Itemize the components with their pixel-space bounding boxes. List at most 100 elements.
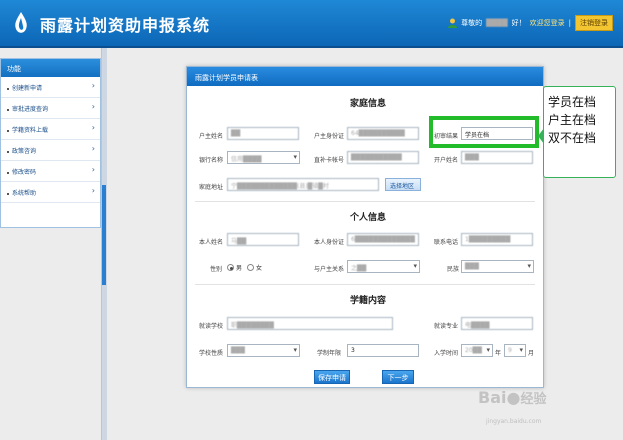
chevron-right-icon: › [91, 144, 95, 153]
major-label: 就读专业 [434, 323, 459, 330]
sidebar-item-label: 审批进度查询 [12, 106, 49, 113]
bank-name-label: 银行名称 [199, 157, 224, 164]
duration-input[interactable]: 3 [347, 344, 419, 357]
year-unit: 年 [495, 350, 502, 357]
home-address-input[interactable]: 宁█████████████(县)█镇█村 [227, 178, 379, 191]
school-input[interactable]: 职████████ [227, 317, 393, 330]
dialog-title: 雨露计划学员申请表 [187, 67, 543, 86]
gender-female-label: 女 [256, 265, 263, 272]
bank-name-select[interactable]: 信用████ ▾ [227, 151, 300, 164]
bullet-icon [7, 108, 9, 111]
sidebar: 功能 创建新申请 › 审批进度查询 › 学籍资料上载 › 政策咨询 › 修改密码 › 系统… [0, 58, 101, 228]
my-id-label: 本人身份证 [314, 239, 345, 246]
enroll-time-label: 入学时间 [434, 350, 459, 357]
enroll-year-select[interactable]: 20██ ▾ [461, 344, 493, 357]
sidebar-item-create[interactable]: 创建新申请 › [1, 77, 100, 98]
sidebar-item-password[interactable]: 修改密码 › [1, 161, 100, 182]
my-id-input[interactable]: 6█████████████ [347, 233, 419, 246]
householder-name-input[interactable]: ██ [227, 127, 299, 140]
section-school: 学籍内容 [350, 296, 387, 306]
my-name-label: 本人姓名 [199, 239, 224, 246]
ethnicity-value: ███ [465, 263, 479, 270]
user-name: ████ [486, 19, 508, 27]
relation-label: 与户主关系 [314, 266, 345, 273]
sidebar-item-label: 修改密码 [12, 169, 37, 176]
next-step-button[interactable]: 下一步 [382, 370, 414, 384]
logo-icon [15, 12, 27, 33]
bullet-icon [7, 87, 9, 90]
app-header: 雨露计划资助申报系统 尊敬的 ████ 好！ 欢迎您登录 | 注销登录 [0, 0, 623, 48]
user-greeting: 尊敬的 [461, 19, 483, 27]
relation-value: 之██ [351, 265, 367, 272]
sidebar-item-label: 系统帮助 [12, 190, 37, 197]
app-title: 雨露计划资助申报系统 [40, 16, 211, 35]
gender-female-radio[interactable]: 女 [247, 263, 262, 272]
householder-name-label: 户主姓名 [199, 133, 224, 140]
gender-male-radio[interactable]: 男 [227, 263, 242, 272]
major-input[interactable]: 电████ [461, 317, 533, 330]
my-name-input[interactable]: 马██ [227, 233, 299, 246]
chevron-right-icon: › [91, 81, 95, 90]
ethnicity-label: 民族 [447, 266, 460, 273]
baidu-watermark: Bai●经验 [478, 388, 618, 418]
school-type-select[interactable]: ███ ▾ [227, 344, 300, 357]
sidebar-item-label: 创建新申请 [12, 85, 43, 92]
divider [195, 201, 535, 202]
chevron-down-icon: ▾ [293, 346, 297, 354]
divider [195, 284, 535, 285]
chevron-down-icon: ▾ [527, 262, 531, 270]
ethnicity-select[interactable]: ███ ▾ [461, 260, 534, 273]
sidebar-item-label: 学籍资料上载 [12, 127, 49, 134]
chevron-down-icon: ▾ [519, 346, 523, 354]
save-application-button[interactable]: 保存申请 [314, 370, 350, 384]
highlight-box [429, 116, 539, 148]
paw-icon: ● [506, 388, 521, 407]
sidebar-item-help[interactable]: 系统帮助 › [1, 182, 100, 203]
enroll-month-value: 9 [508, 347, 512, 354]
householder-id-label: 户主身份证 [314, 133, 345, 140]
section-family: 家庭信息 [350, 99, 387, 109]
chevron-right-icon: › [91, 123, 95, 132]
sidebar-title: 功能 [1, 59, 100, 77]
duration-label: 学制年限 [317, 350, 342, 357]
enroll-year-value: 20██ [465, 347, 482, 354]
splitter-handle[interactable] [102, 185, 106, 285]
section-personal: 个人信息 [350, 213, 387, 223]
watermark-brand-cn: 经验 [520, 392, 547, 407]
school-type-value: ███ [231, 347, 245, 354]
bullet-icon [7, 192, 9, 195]
chevron-right-icon: › [91, 186, 95, 195]
card-number-label: 直补卡帐号 [314, 157, 345, 164]
chevron-right-icon: › [91, 102, 95, 111]
callout-line: 学员在档 [548, 95, 597, 109]
sidebar-item-upload[interactable]: 学籍资料上载 › [1, 119, 100, 140]
gender-male-label: 男 [236, 265, 243, 272]
enroll-month-select[interactable]: 9 ▾ [504, 344, 526, 357]
user-suffix: 好！ [511, 19, 526, 27]
welcome-text: 欢迎您登录 [529, 19, 565, 27]
logout-button[interactable]: 注销登录 [575, 15, 613, 31]
chevron-down-icon: ▾ [413, 262, 417, 270]
callout-line: 双不在档 [548, 131, 597, 145]
chevron-down-icon: ▾ [293, 153, 297, 161]
user-icon [448, 18, 458, 28]
watermark-brand: Bai [478, 388, 507, 407]
callout-line: 户主在档 [548, 113, 597, 127]
householder-id-input[interactable]: 64██████████ [347, 127, 419, 140]
card-number-input[interactable]: ███████████ [347, 151, 419, 164]
bullet-icon [7, 171, 9, 174]
sidebar-item-progress[interactable]: 审批进度查询 › [1, 98, 100, 119]
sidebar-item-policy[interactable]: 政策咨询 › [1, 140, 100, 161]
select-area-button[interactable]: 选择地区 [385, 178, 421, 191]
separator: | [568, 19, 571, 27]
phone-input[interactable]: 1█████████ [461, 233, 533, 246]
chevron-right-icon: › [91, 165, 95, 174]
gender-label: 性别 [210, 266, 223, 273]
user-area: 尊敬的 ████ 好！ 欢迎您登录 | 注销登录 [448, 15, 613, 31]
relation-select[interactable]: 之██ ▾ [347, 260, 420, 273]
school-type-label: 学校性质 [199, 350, 224, 357]
account-holder-label: 开户姓名 [434, 157, 459, 164]
home-address-label: 家庭地址 [199, 184, 224, 191]
account-holder-input[interactable]: ███ [461, 151, 533, 164]
bank-name-value: 信用████ [231, 156, 262, 163]
